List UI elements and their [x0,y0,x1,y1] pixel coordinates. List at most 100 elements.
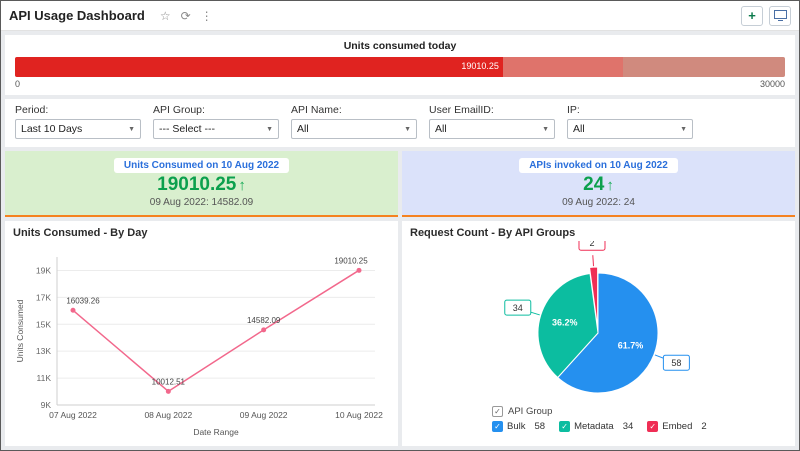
filter-api-name-value: All [297,123,309,135]
filter-user-emailid: User EmailID: All ▼ [429,104,555,139]
up-arrow-icon: ↑ [238,177,246,194]
present-button[interactable] [769,6,791,26]
checkbox-checked-icon[interactable]: ✓ [492,421,503,432]
up-arrow-icon: ↑ [606,177,614,194]
svg-text:58: 58 [671,358,681,368]
units-card-number: 19010.25 [157,174,236,195]
checkbox-checked-icon[interactable]: ✓ [559,421,570,432]
units-card-previous: 09 Aug 2022: 14582.09 [150,197,253,208]
svg-text:17K: 17K [36,292,51,302]
filter-bar: Period: Last 10 Days ▼ API Group: --- Se… [5,99,795,147]
checkbox-checked-icon[interactable]: ✓ [647,421,658,432]
filter-user-emailid-value: All [435,123,447,135]
svg-text:16039.26: 16039.26 [66,296,100,305]
page-title: API Usage Dashboard [9,8,145,23]
stat-cards-row: Units Consumed on 10 Aug 2022 19010.25↑ … [5,151,795,217]
data-point[interactable] [166,389,171,394]
filter-period-value: Last 10 Days [21,123,82,135]
legend-items: ✓ Bulk 58 ✓ Metadata 34 ✓ Embed 2 [492,421,787,432]
units-card-title: Units Consumed on 10 Aug 2022 [114,158,289,173]
units-consumed-card: Units Consumed on 10 Aug 2022 19010.25↑ … [5,151,398,217]
filter-period: Period: Last 10 Days ▼ [15,104,141,139]
apis-card-value: 24↑ [583,174,614,196]
svg-text:36.2%: 36.2% [552,318,578,328]
meter-scale: 0 30000 [15,79,785,89]
meter-title: Units consumed today [15,40,785,52]
chevron-down-icon: ▼ [542,126,549,133]
chevron-down-icon: ▼ [128,126,135,133]
checkbox-checked-icon[interactable]: ✓ [492,406,503,417]
presentation-icon [774,10,787,21]
add-button[interactable]: + [741,6,763,26]
filter-api-name: API Name: All ▼ [291,104,417,139]
legend-item-value: 34 [623,421,634,432]
more-options-icon[interactable]: ⋮ [201,9,213,23]
svg-text:34: 34 [513,303,523,313]
data-point[interactable] [261,327,266,332]
data-point[interactable] [71,308,76,313]
units-consumed-line-chart[interactable]: 9K11K13K15K17K19K07 Aug 202208 Aug 20220… [13,241,395,441]
filter-api-group-label: API Group: [153,104,279,116]
legend-item-label: Metadata [574,421,614,432]
pie-chart-title: Request Count - By API Groups [410,227,787,239]
filter-ip: IP: All ▼ [567,104,693,139]
units-meter-panel: Units consumed today 19010.25 0 30000 [5,35,795,95]
filter-period-select[interactable]: Last 10 Days ▼ [15,119,141,139]
filter-api-group-select[interactable]: --- Select --- ▼ [153,119,279,139]
svg-text:9K: 9K [41,400,52,410]
chevron-down-icon: ▼ [680,126,687,133]
dashboard-window: API Usage Dashboard ☆ ⟳ ⋮ + Units consum… [0,0,800,451]
svg-text:14582.09: 14582.09 [247,316,281,325]
favorite-star-icon[interactable]: ☆ [160,9,171,23]
units-card-value: 19010.25↑ [157,174,246,196]
meter-band [503,57,623,77]
meter-max-label: 30000 [760,79,785,89]
svg-text:08 Aug 2022: 08 Aug 2022 [144,410,192,420]
filter-api-name-select[interactable]: All ▼ [291,119,417,139]
api-groups-pie-chart[interactable]: 61.7% 58 36.2% 34 2 [410,241,790,399]
line-chart-title: Units Consumed - By Day [13,227,390,239]
meter-band [623,57,785,77]
refresh-icon[interactable]: ⟳ [181,9,191,23]
filter-user-emailid-select[interactable]: All ▼ [429,119,555,139]
pie-legend: ✓ API Group ✓ Bulk 58 ✓ Metadata 34 ✓ Embed 2 [492,406,787,432]
svg-text:15K: 15K [36,319,51,329]
legend-item-bulk[interactable]: ✓ Bulk 58 [492,421,545,432]
svg-text:2: 2 [589,241,594,248]
filter-ip-value: All [573,123,585,135]
apis-card-previous: 09 Aug 2022: 24 [562,197,635,208]
filter-ip-select[interactable]: All ▼ [567,119,693,139]
svg-text:09 Aug 2022: 09 Aug 2022 [240,410,288,420]
meter-value-label: 19010.25 [461,61,499,71]
filter-api-group-value: --- Select --- [159,123,215,135]
line-series [73,270,359,391]
data-point[interactable] [357,268,362,273]
svg-text:Units Consumed: Units Consumed [15,299,25,362]
filter-period-label: Period: [15,104,141,116]
svg-text:07 Aug 2022: 07 Aug 2022 [49,410,97,420]
meter-band: 19010.25 [15,57,503,77]
chevron-down-icon: ▼ [266,126,273,133]
apis-card-number: 24 [583,174,604,195]
header: API Usage Dashboard ☆ ⟳ ⋮ + [1,1,799,31]
legend-group-row[interactable]: ✓ API Group [492,406,787,417]
apis-invoked-card: APIs invoked on 10 Aug 2022 24↑ 09 Aug 2… [402,151,795,217]
svg-text:10 Aug 2022: 10 Aug 2022 [335,410,383,420]
svg-text:11K: 11K [37,373,52,383]
legend-item-label: Embed [662,421,692,432]
apis-card-title: APIs invoked on 10 Aug 2022 [519,158,678,173]
legend-item-value: 58 [534,421,545,432]
filter-api-group: API Group: --- Select --- ▼ [153,104,279,139]
charts-row: Units Consumed - By Day 9K11K13K15K17K19… [5,221,795,446]
units-meter-bar: 19010.25 [15,57,785,77]
legend-item-label: Bulk [507,421,525,432]
svg-text:19K: 19K [36,265,51,275]
legend-item-metadata[interactable]: ✓ Metadata 34 [559,421,633,432]
legend-item-value: 2 [701,421,706,432]
line-chart-panel: Units Consumed - By Day 9K11K13K15K17K19… [5,221,398,446]
svg-text:61.7%: 61.7% [618,341,644,351]
svg-text:10012.51: 10012.51 [152,377,186,386]
filter-ip-label: IP: [567,104,693,116]
legend-item-embed[interactable]: ✓ Embed 2 [647,421,706,432]
pie-chart-panel: Request Count - By API Groups 61.7% 58 36.… [402,221,795,446]
